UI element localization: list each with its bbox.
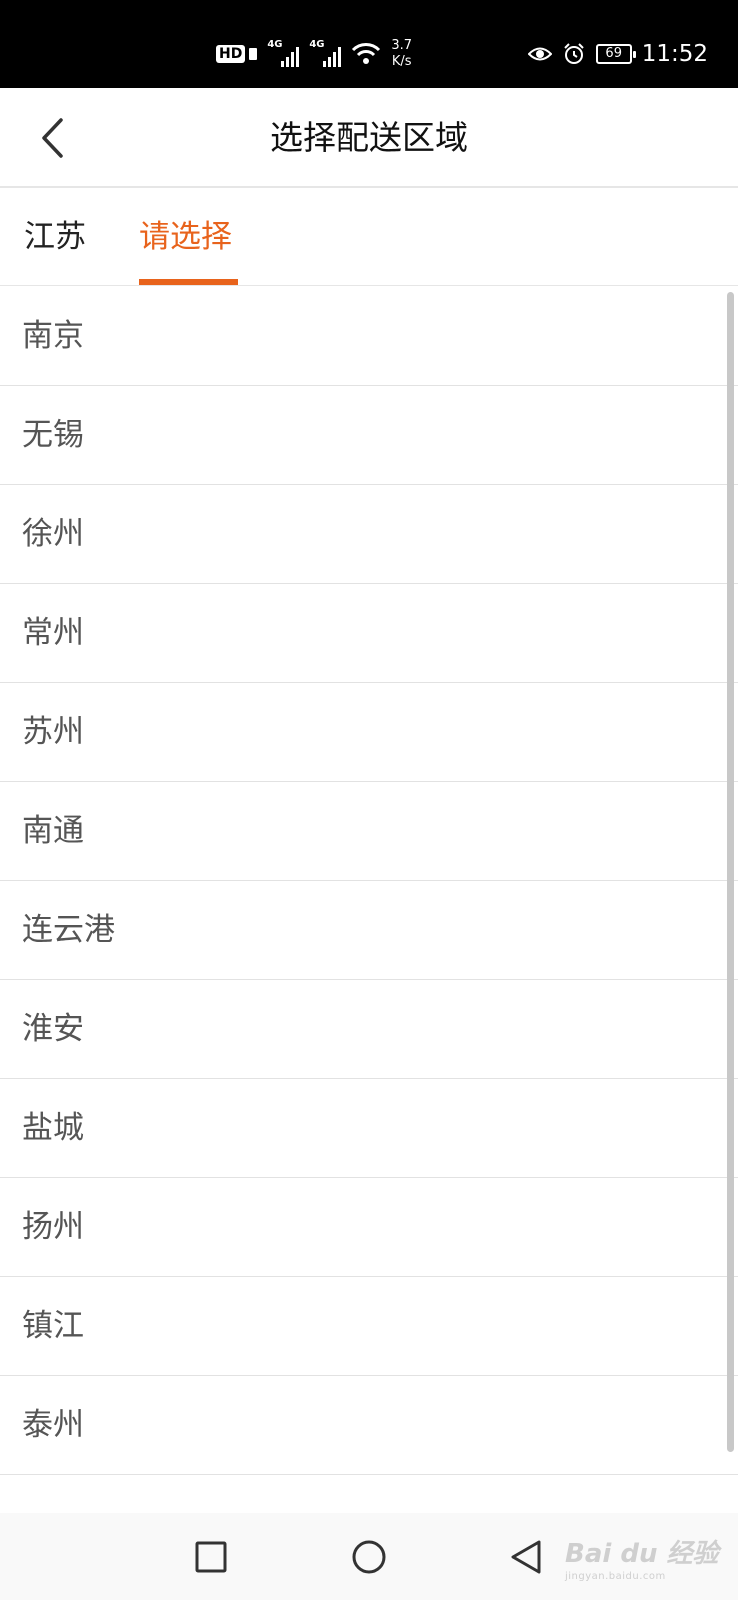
- back-nav-button[interactable]: [498, 1529, 554, 1585]
- list-item[interactable]: 苏州: [0, 683, 738, 782]
- alarm-icon: [563, 43, 584, 64]
- list-item[interactable]: 无锡: [0, 386, 738, 485]
- circle-icon: [352, 1540, 386, 1574]
- signal-label: 4G: [309, 39, 325, 50]
- list-item[interactable]: 淮安: [0, 980, 738, 1079]
- list-item[interactable]: 盐城: [0, 1079, 738, 1178]
- hd-badge: HD: [216, 45, 246, 63]
- region-tabs: 江苏 请选择: [0, 188, 738, 286]
- status-bar: HD 4G 4G 3.7 K/s 69 11:52: [0, 0, 738, 88]
- back-button[interactable]: [28, 110, 76, 166]
- watermark-main: Bai du 经验: [565, 1539, 719, 1569]
- tab-province[interactable]: 江苏: [24, 188, 86, 286]
- system-nav-bar: Bai du 经验 jingyan.baidu.com: [0, 1513, 738, 1600]
- list-item[interactable]: 南通: [0, 782, 738, 881]
- signal-icon: 4G: [267, 39, 300, 67]
- list-item[interactable]: 扬州: [0, 1178, 738, 1277]
- sim-icon: [249, 48, 258, 60]
- list-item[interactable]: 泰州: [0, 1376, 738, 1475]
- list-item[interactable]: 徐州: [0, 485, 738, 584]
- chevron-left-icon: [42, 118, 63, 158]
- city-list: 南京 无锡 徐州 常州 苏州 南通 连云港 淮安 盐城 扬州 镇江 泰州: [0, 287, 738, 1513]
- status-right: 69 11:52: [527, 36, 708, 72]
- square-icon: [195, 1541, 227, 1573]
- speed-unit: K/s: [391, 54, 412, 69]
- list-item[interactable]: 连云港: [0, 881, 738, 980]
- home-button[interactable]: [341, 1529, 397, 1585]
- baidu-watermark: Bai du 经验 jingyan.baidu.com: [565, 1531, 725, 1582]
- wifi-icon: [352, 43, 381, 64]
- scrollbar[interactable]: [727, 292, 734, 1452]
- list-item[interactable]: 镇江: [0, 1277, 738, 1376]
- signal-icon: 4G: [309, 39, 342, 67]
- speed-value: 3.7: [391, 38, 413, 53]
- list-item[interactable]: 常州: [0, 584, 738, 683]
- list-item[interactable]: 南京: [0, 287, 738, 386]
- page-title: 选择配送区域: [270, 118, 468, 157]
- signal-label: 4G: [267, 39, 283, 50]
- status-center: HD 4G 4G 3.7 K/s: [216, 36, 412, 72]
- nav-header: 选择配送区域: [0, 88, 738, 188]
- network-speed: 3.7 K/s: [391, 38, 412, 70]
- clock: 11:52: [641, 41, 708, 67]
- battery-icon: 69: [595, 44, 636, 64]
- eye-icon: [527, 47, 552, 61]
- active-tab-indicator: [139, 279, 238, 285]
- watermark-sub: jingyan.baidu.com: [565, 1571, 666, 1582]
- recents-button[interactable]: [183, 1529, 239, 1585]
- triangle-back-icon: [511, 1540, 541, 1574]
- tab-city[interactable]: 请选择: [139, 188, 232, 286]
